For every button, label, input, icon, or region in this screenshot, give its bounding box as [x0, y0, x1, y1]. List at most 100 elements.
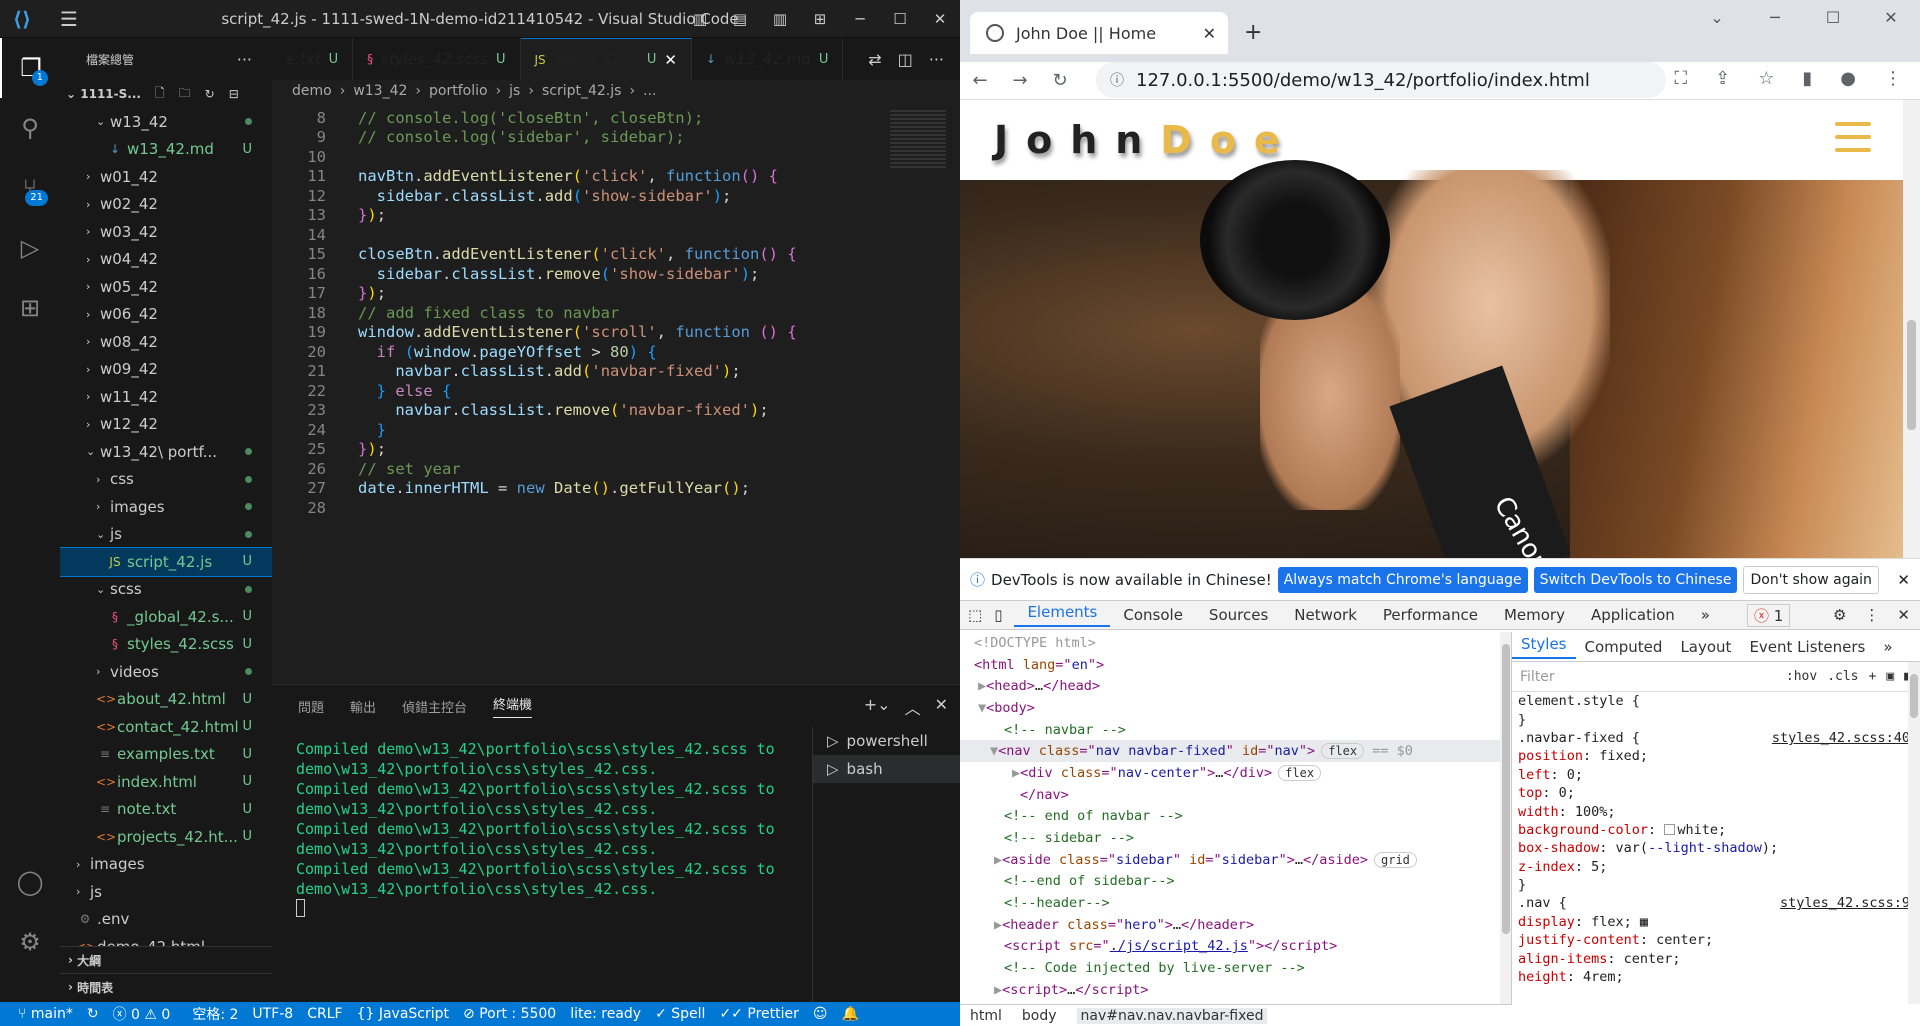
terminal-cursor[interactable] [296, 899, 816, 922]
dom-node[interactable]: ▶ <script>… </script> [960, 979, 1500, 1001]
source-control-icon[interactable]: ⑂ 21 [0, 158, 60, 218]
tree-item[interactable]: JS script_42.js U [60, 547, 272, 577]
minimize-button[interactable]: ─ [840, 10, 880, 28]
tree-item[interactable]: ⌄ w13_42 [60, 108, 272, 136]
tree-item[interactable]: <> about_42.html U [60, 686, 272, 714]
close-button[interactable]: ✕ [920, 10, 960, 28]
tree-item[interactable]: › w02_42 [60, 191, 272, 219]
breadcrumb-item[interactable]: w13_42 [353, 83, 407, 99]
terminal-powershell[interactable]: ▷ powershell [813, 727, 960, 755]
info-icon[interactable]: ⓘ [1110, 70, 1124, 90]
branch-status[interactable]: ⑂ main* [18, 1006, 73, 1022]
match-language-button[interactable]: Always match Chrome's language [1277, 566, 1528, 593]
style-rule-line[interactable]: .nav {styles_42.scss:9 [1512, 894, 1920, 912]
account-icon[interactable]: ◯ [0, 852, 60, 912]
close-infobar-icon[interactable]: ✕ [1897, 571, 1910, 589]
dom-node[interactable]: <!-- Code injected by live-server --> [960, 957, 1500, 979]
elements-tree[interactable]: <!DOCTYPE html> <html lang =" en "> ▶ <head>… <… [960, 632, 1500, 1004]
style-rule-line[interactable]: align-items: center; [1512, 949, 1920, 967]
devtools-tab[interactable]: Console [1110, 606, 1196, 624]
panel-tab[interactable]: 偵錯主控台 [402, 697, 467, 716]
dom-node[interactable]: <!DOCTYPE html> [960, 632, 1500, 654]
dom-node[interactable]: <!--header--> [960, 892, 1500, 914]
more-icon[interactable]: ··· [929, 50, 944, 69]
close-devtools-icon[interactable]: ✕ [1897, 606, 1910, 624]
search-icon[interactable]: ⚲ [0, 98, 60, 158]
error-badge[interactable]: ⓧ 1 [1746, 603, 1791, 627]
extensions-icon[interactable]: ⊞ [0, 278, 60, 338]
style-rule-line[interactable]: left: 0; [1512, 766, 1920, 784]
elements-scroll-thumb[interactable] [1502, 644, 1510, 934]
run-debug-icon[interactable]: ▷ [0, 218, 60, 278]
style-rule-line[interactable]: display: flex; ▦ [1512, 913, 1920, 931]
eol-status[interactable]: CRLF [307, 1006, 342, 1022]
workspace-row[interactable]: ⌄ 1111-S... 🗋 🗀 ↻ ⊟ [60, 80, 272, 108]
split-editor-icon[interactable]: ◫ [898, 50, 913, 69]
close-tab-icon[interactable]: ✕ [1203, 24, 1216, 43]
tree-item[interactable]: › w04_42 [60, 246, 272, 274]
tree-item[interactable]: <> projects_42.ht... U [60, 823, 272, 851]
sync-icon[interactable]: ↻ [87, 1006, 99, 1022]
share-icon[interactable]: ⇪ [1715, 68, 1730, 89]
layout-secondary-icon[interactable]: ▥ [760, 10, 800, 28]
cls-toggle[interactable]: .cls [1827, 669, 1858, 684]
style-rule-line[interactable]: height: 4rem; [1512, 968, 1920, 986]
minimap[interactable] [890, 110, 946, 170]
tab-js[interactable]: JS script_42.js U ✕ [520, 38, 692, 80]
profile-avatar-icon[interactable]: ● [1840, 68, 1856, 89]
device-toolbar-icon[interactable]: ▯ [990, 606, 1014, 624]
page-scrollbar[interactable] [1903, 100, 1920, 558]
url-bar[interactable]: ⓘ 127.0.0.1:5500/demo/w13_42/portfolio/in… [1096, 62, 1666, 98]
tree-item[interactable]: ⌄ js [60, 521, 272, 549]
tree-item[interactable]: ⌄ scss [60, 576, 272, 604]
new-file-icon[interactable]: 🗋 [155, 84, 165, 105]
dom-node[interactable]: ▶ <div class =" nav-center ">… </div> flex [960, 762, 1500, 784]
style-rule-line[interactable]: background-color: white; [1512, 821, 1920, 839]
dom-node[interactable]: ▶ <aside class =" sidebar " id =" sidebar ">… </… [960, 849, 1500, 871]
tree-item[interactable]: ⌄ w13_42\ portf... [60, 438, 272, 466]
collapse-all-icon[interactable]: ⊟ [229, 87, 239, 101]
notifications-icon[interactable]: 🔔 [841, 1006, 858, 1022]
devtools-tab[interactable]: Performance [1370, 606, 1491, 624]
translate-icon[interactable]: ⛶ [1675, 68, 1688, 89]
devtools-tab[interactable]: Sources [1196, 606, 1281, 624]
tab-txt[interactable]: e.txt U [272, 38, 354, 80]
style-rule-line[interactable]: } [1512, 710, 1920, 728]
layout-custom-icon[interactable]: ⊞ [800, 10, 840, 28]
tree-item[interactable]: › images [60, 851, 272, 879]
side-panel-icon[interactable]: ▮ [1802, 68, 1812, 89]
spell-status[interactable]: ✓ Spell [655, 1006, 705, 1022]
tree-item[interactable]: ⚙ .env [60, 906, 272, 934]
devtools-tab[interactable]: Memory [1491, 606, 1578, 624]
terminal-bash[interactable]: ▷ bash [813, 755, 960, 783]
styles-scroll-thumb[interactable] [1910, 674, 1918, 718]
feedback-icon[interactable]: ☺ [813, 1006, 828, 1022]
hamburger-menu-icon[interactable] [1835, 122, 1871, 152]
refresh-icon[interactable]: ↻ [205, 87, 215, 101]
dom-node[interactable]: <script src =" ./js/script_42.js "></script… [960, 936, 1500, 958]
dom-node[interactable]: <!-- sidebar --> [960, 827, 1500, 849]
devtools-tab[interactable]: Network [1281, 606, 1370, 624]
style-rule-line[interactable]: width: 100%; [1512, 802, 1920, 820]
code-view[interactable]: 8 // console.log('closeBtn', closeBtn); 9 /… [272, 108, 960, 684]
breadcrumb-item[interactable]: portfolio [429, 83, 488, 99]
tree-item[interactable]: › w01_42 [60, 163, 272, 191]
tree-item[interactable]: ↓ w13_42.md U [60, 136, 272, 164]
dont-show-again-button[interactable]: Don't show again [1743, 565, 1879, 594]
dom-crumb[interactable]: nav#nav.nav.navbar-fixed [1076, 1007, 1268, 1024]
terminal-output[interactable]: Compiled demo\w13_42\portfolio\scss\styl… [296, 739, 816, 922]
dom-node[interactable]: ▼ <nav class =" nav navbar-fixed " id =" nav ">… [960, 740, 1500, 763]
timeline-section[interactable]: › 時間表 [60, 973, 272, 1000]
outline-section[interactable]: › 大綱 [60, 946, 272, 973]
layout-panel-icon[interactable]: ▤ [720, 10, 760, 28]
settings-gear-icon[interactable]: ⚙ [0, 912, 60, 972]
reload-icon[interactable]: ↻ [1040, 70, 1080, 91]
explorer-icon[interactable]: ❐ 1 [0, 38, 60, 98]
elements-scrollbar[interactable] [1500, 632, 1512, 1004]
indent-status[interactable]: 空格: 2 [192, 1004, 238, 1024]
paint-icon[interactable]: ▣ [1886, 669, 1894, 684]
browser-tab[interactable]: John Doe || Home ✕ [970, 12, 1228, 54]
tree-item[interactable]: › w09_42 [60, 356, 272, 384]
menu-icon[interactable]: ☰ [44, 7, 94, 31]
switch-chinese-button[interactable]: Switch DevTools to Chinese [1533, 566, 1738, 593]
